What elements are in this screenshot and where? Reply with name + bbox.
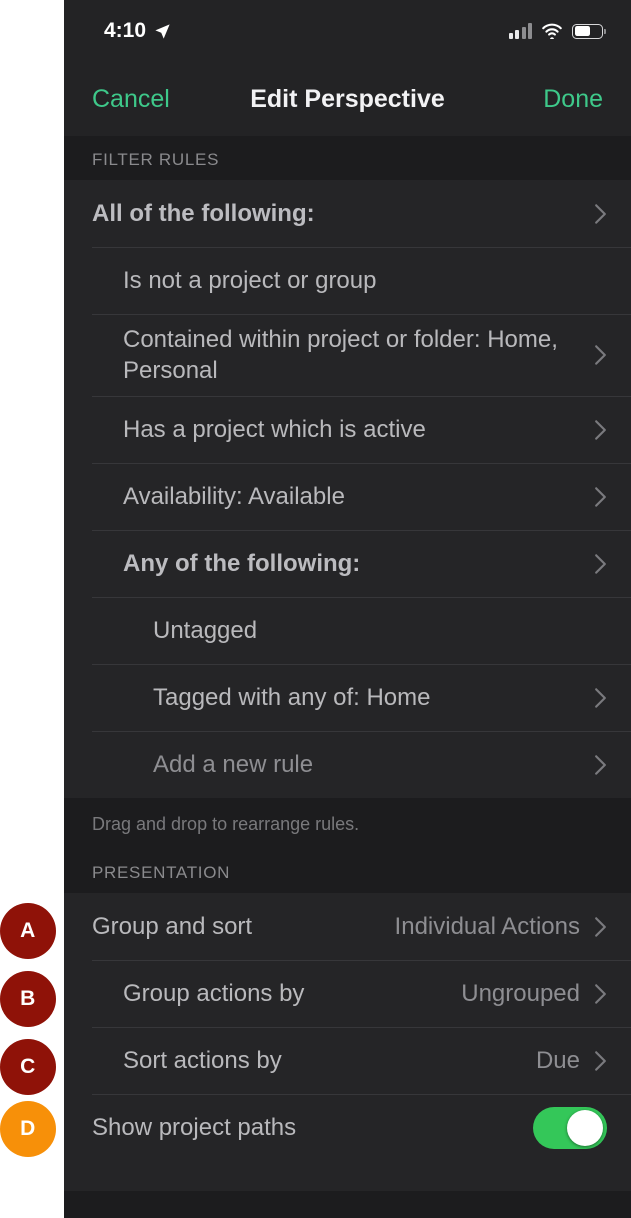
annotation-marker-b: B xyxy=(0,971,56,1027)
annotation-marker-label: D xyxy=(20,1117,36,1140)
filter-rule-row[interactable]: Is not a project or group xyxy=(64,247,631,314)
cellular-bars-icon xyxy=(508,23,532,39)
wifi-icon xyxy=(542,23,562,39)
annotation-marker-a: A xyxy=(0,903,56,959)
chevron-right-icon xyxy=(595,755,606,775)
filter-rule-row[interactable]: All of the following: xyxy=(64,180,631,247)
filter-rule-label: All of the following: xyxy=(92,199,315,227)
filter-rule-label: Has a project which is active xyxy=(123,416,426,444)
drag-drop-note: Drag and drop to rearrange rules. xyxy=(64,798,631,850)
show-project-paths-toggle[interactable] xyxy=(533,1106,607,1149)
presentation-row-value: Due xyxy=(535,1046,580,1074)
filter-rule-label: Availability: Available xyxy=(123,483,345,511)
filter-rule-row[interactable]: Any of the following: xyxy=(64,530,631,598)
phone-screen: 4:10 Cancel Edit Perspective Done FILTER… xyxy=(64,0,631,1218)
presentation-row-value: Ungrouped xyxy=(461,979,580,1007)
filter-rule-row[interactable]: Has a project which is active xyxy=(64,396,631,464)
location-arrow-icon xyxy=(155,23,170,39)
filter-rule-row[interactable]: Availability: Available xyxy=(64,463,631,531)
annotation-marker-label: B xyxy=(20,987,36,1010)
annotation-marker-c: C xyxy=(0,1039,56,1095)
filter-rules-list: All of the following: Is not a project or… xyxy=(64,180,631,799)
presentation-row[interactable]: Sort actions by Due xyxy=(64,1027,631,1095)
done-button[interactable]: Done xyxy=(543,86,603,112)
home-indicator-area xyxy=(64,1191,631,1218)
filter-rule-label: Is not a project or group xyxy=(123,266,377,294)
filter-rule-label: Add a new rule xyxy=(153,751,314,779)
filter-rule-label: Any of the following: xyxy=(123,550,361,578)
filter-rule-label: Contained within project or folder: Home… xyxy=(123,326,558,385)
filter-rule-row[interactable]: Contained within project or folder: Home… xyxy=(64,314,631,397)
filter-rule-row[interactable]: Add a new rule xyxy=(64,731,631,799)
cancel-button[interactable]: Cancel xyxy=(92,86,170,112)
annotation-marker-label: C xyxy=(20,1055,36,1078)
chevron-right-icon xyxy=(595,917,606,937)
status-time: 4:10 xyxy=(104,19,147,42)
filter-rule-row[interactable]: Untagged xyxy=(64,597,631,665)
presentation-row[interactable]: Show project paths xyxy=(64,1094,631,1162)
battery-icon xyxy=(572,23,606,39)
presentation-row-label: Sort actions by xyxy=(123,1047,282,1075)
chevron-right-icon xyxy=(595,203,606,224)
presentation-row-label: Group actions by xyxy=(123,980,305,1008)
status-time-group: 4:10 xyxy=(104,19,172,43)
presentation-list: Group and sort Individual Actions Group ac… xyxy=(64,893,631,1162)
filter-rules-header: FILTER RULES xyxy=(64,136,631,180)
annotation-marker-d: D xyxy=(0,1101,56,1157)
chevron-right-icon xyxy=(595,487,606,507)
presentation-row-label: Show project paths xyxy=(92,1114,297,1142)
navigation-bar: Cancel Edit Perspective Done xyxy=(64,62,631,136)
screenshot-root: A B C D 4:10 Cancel Edit Perspective Done F… xyxy=(0,0,631,1218)
chevron-right-icon xyxy=(595,1051,606,1071)
presentation-row-value: Individual Actions xyxy=(394,912,580,940)
chevron-right-icon xyxy=(595,345,606,365)
chevron-right-icon xyxy=(595,554,606,574)
chevron-right-icon xyxy=(595,420,606,440)
filter-rule-label: Untagged xyxy=(153,617,258,645)
annotation-marker-label: A xyxy=(20,919,36,942)
presentation-row-label: Group and sort xyxy=(92,913,253,941)
filter-rule-row[interactable]: Tagged with any of: Home xyxy=(64,664,631,732)
chevron-right-icon xyxy=(595,688,606,708)
bottom-spacer xyxy=(64,1161,631,1192)
presentation-row[interactable]: Group and sort Individual Actions xyxy=(64,893,631,961)
filter-rule-label: Tagged with any of: Home xyxy=(153,684,431,712)
presentation-row[interactable]: Group actions by Ungrouped xyxy=(64,960,631,1028)
chevron-right-icon xyxy=(595,984,606,1004)
status-indicators xyxy=(508,23,606,39)
status-bar: 4:10 xyxy=(64,0,631,62)
presentation-header: PRESENTATION xyxy=(64,849,631,894)
